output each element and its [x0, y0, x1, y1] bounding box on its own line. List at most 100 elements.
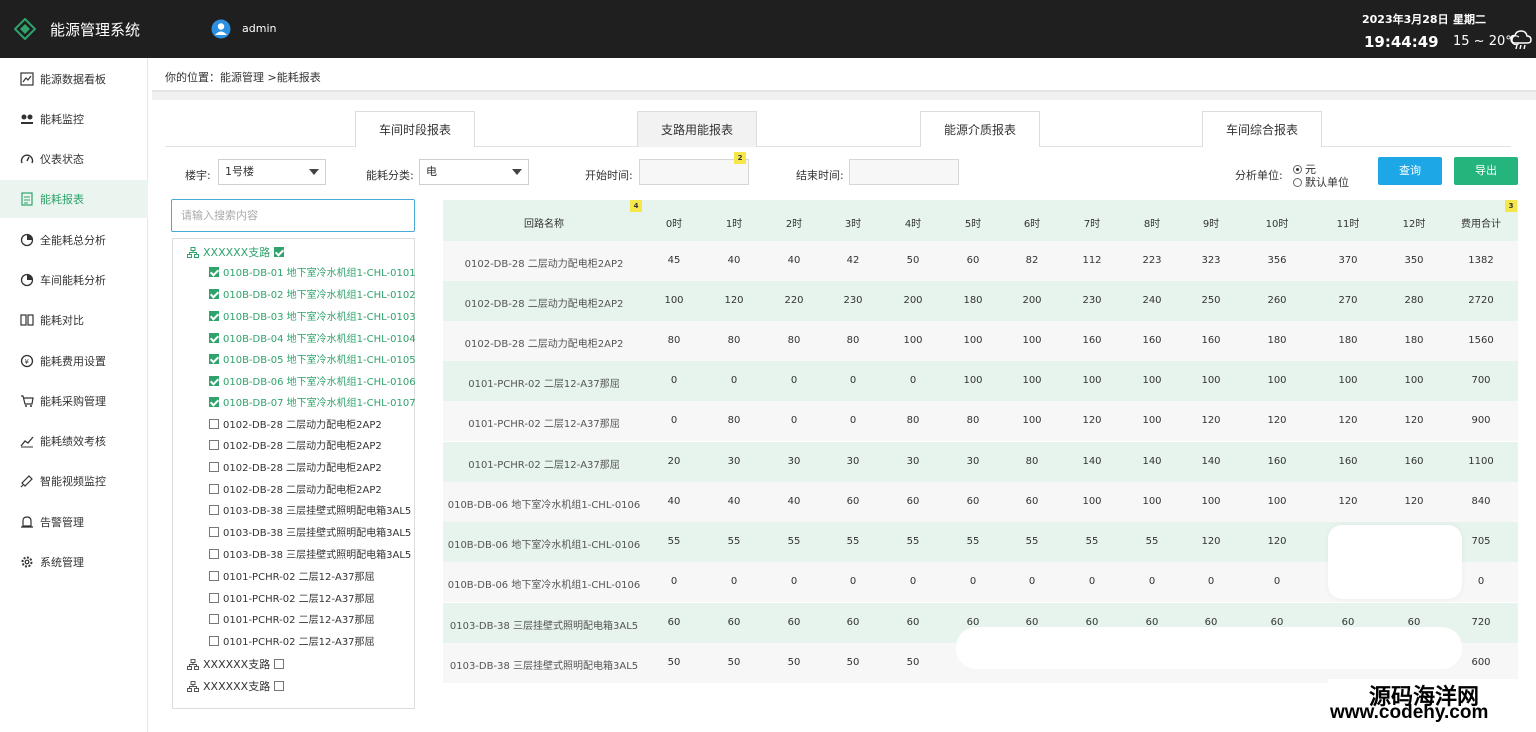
tab-workshop-period-report[interactable]: 车间时段报表	[355, 111, 475, 147]
tree-item[interactable]: 0101-PCHR-02 二层12-A37那屈	[209, 568, 375, 583]
tree-search-input[interactable]: 请输入搜索内容	[171, 199, 415, 232]
checkbox-icon[interactable]	[209, 592, 219, 603]
table-row[interactable]: 0102-DB-28 二层动力配电柜2AP2 45 40 40 42 50 60 82 112 2…	[443, 241, 1518, 281]
checkbox-icon[interactable]	[209, 613, 219, 624]
sidebar-item-dashboard[interactable]: 能源数据看板	[0, 60, 148, 98]
checkbox-icon[interactable]	[209, 418, 219, 429]
tree-item[interactable]: 0101-PCHR-02 二层12-A37那屈	[209, 590, 375, 605]
sidebar-item-compare[interactable]: 能耗对比	[0, 301, 148, 339]
sidebar-item-alarm[interactable]: 告警管理	[0, 503, 148, 541]
sidebar-item-performance[interactable]: 能耗绩效考核	[0, 422, 148, 460]
hour-value-cell: 120	[1404, 496, 1424, 507]
circuit-name-cell: 010B-DB-06 地下室冷水机组1-CHL-0106	[447, 580, 641, 591]
table-row[interactable]: 0102-DB-28 二层动力配电柜2AP2 80 80 80 80 100 100 100 1…	[443, 321, 1518, 361]
checkbox-checked-icon[interactable]	[209, 375, 219, 386]
hour-value-cell: 140	[1082, 456, 1102, 467]
sidebar-item-video[interactable]: 智能视频监控	[0, 462, 148, 500]
user-name[interactable]: admin	[242, 22, 276, 35]
hour-value-cell: 100	[963, 375, 983, 386]
checkbox-icon[interactable]	[209, 548, 219, 559]
checkbox-checked-icon[interactable]	[209, 266, 219, 277]
tree-item[interactable]: 010B-DB-01 地下室冷水机组1-CHL-0101	[209, 264, 416, 279]
tree-group[interactable]: XXXXXX支路	[187, 656, 285, 672]
sidebar-item-meter-status[interactable]: 仪表状态	[0, 140, 148, 178]
hour-value-cell: 40	[727, 496, 741, 507]
sidebar-item-purchase[interactable]: 能耗采购管理	[0, 382, 148, 420]
table-row[interactable]: 0101-PCHR-02 二层12-A37那屈 0 80 0 0 80 80 100 120 10…	[443, 401, 1518, 441]
hour-value-cell: 80	[906, 415, 920, 426]
tree-item[interactable]: 0101-PCHR-02 二层12-A37那屈	[209, 633, 375, 648]
sidebar-item-cost-setting[interactable]: ¥ 能耗费用设置	[0, 342, 148, 380]
export-button[interactable]: 导出	[1454, 157, 1518, 185]
table-row[interactable]: 0102-DB-28 二层动力配电柜2AP2 100 120 220 230 200 180…	[443, 281, 1518, 321]
tree-item[interactable]: 010B-DB-02 地下室冷水机组1-CHL-0102	[209, 286, 416, 301]
column-header: 2时	[785, 219, 803, 230]
checkbox-icon[interactable]	[209, 483, 219, 494]
tree-item[interactable]: 010B-DB-04 地下室冷水机组1-CHL-0104	[209, 330, 416, 345]
table-row[interactable]: 0101-PCHR-02 二层12-A37那屈 20 30 30 30 30 30 80 140…	[443, 442, 1518, 482]
hour-value-cell: 40	[787, 496, 801, 507]
query-button[interactable]: 查询	[1378, 157, 1442, 185]
tree-item[interactable]: 0102-DB-28 二层动力配电柜2AP2	[209, 459, 382, 474]
checkbox-icon[interactable]	[209, 504, 219, 515]
sidebar-item-monitor[interactable]: 能耗监控	[0, 100, 148, 138]
tree-item[interactable]: 0103-DB-38 三层挂壁式照明配电箱3AL5	[209, 524, 411, 539]
tab-branch-energy-report[interactable]: 支路用能报表	[637, 111, 757, 147]
sidebar-item-workshop-analysis[interactable]: 车间能耗分析	[0, 261, 148, 299]
category-select[interactable]: 电	[419, 159, 529, 185]
user-avatar-icon[interactable]	[211, 19, 231, 39]
end-time-input[interactable]	[849, 159, 959, 185]
tab-energy-medium-report[interactable]: 能源介质报表	[920, 111, 1040, 147]
unit-radio-default[interactable]: 默认单位	[1293, 174, 1349, 190]
hour-value-cell: 120	[1267, 415, 1287, 426]
tab-workshop-summary-report[interactable]: 车间综合报表	[1202, 111, 1322, 147]
checkbox-checked-icon[interactable]	[209, 288, 219, 299]
tree-item[interactable]: 0102-DB-28 二层动力配电柜2AP2	[209, 481, 382, 496]
hour-value-cell: 80	[846, 335, 860, 346]
checkbox-checked-icon[interactable]	[209, 353, 219, 364]
hour-value-cell: 200	[1022, 295, 1042, 306]
alarm-icon	[21, 516, 33, 528]
checkbox-icon[interactable]	[209, 570, 219, 581]
sidebar-item-label: 系统管理	[40, 556, 84, 569]
tree-item[interactable]: 0103-DB-38 三层挂壁式照明配电箱3AL5	[209, 502, 411, 517]
total-cost-cell: 600	[1471, 657, 1491, 668]
checkbox-icon[interactable]	[209, 461, 219, 472]
hour-value-cell: 280	[1404, 295, 1424, 306]
table-row[interactable]: 010B-DB-06 地下室冷水机组1-CHL-0106 40 40 40 60 60 60…	[443, 482, 1518, 522]
start-time-input[interactable]	[639, 159, 749, 185]
checkbox-checked-icon[interactable]	[274, 247, 285, 257]
building-select[interactable]: 1号楼	[218, 159, 326, 185]
checkbox-icon[interactable]	[274, 681, 285, 691]
hour-value-cell: 223	[1142, 255, 1162, 266]
tree-item[interactable]: 010B-DB-05 地下室冷水机组1-CHL-0105	[209, 351, 416, 366]
tree-item[interactable]: 0102-DB-28 二层动力配电柜2AP2	[209, 437, 382, 452]
table-row[interactable]: 0101-PCHR-02 二层12-A37那屈 0 0 0 0 0 100 100 100 100…	[443, 361, 1518, 401]
checkbox-icon[interactable]	[274, 659, 285, 669]
checkbox-checked-icon[interactable]	[209, 396, 219, 407]
tree-group[interactable]: XXXXXX支路	[187, 678, 285, 694]
tree-group[interactable]: XXXXXX支路	[187, 244, 285, 260]
column-header: 11时	[1336, 219, 1360, 230]
tree-item[interactable]: 010B-DB-06 地下室冷水机组1-CHL-0106	[209, 373, 416, 388]
tree-group-label: XXXXXX支路	[203, 680, 271, 693]
checkbox-checked-icon[interactable]	[209, 310, 219, 321]
sidebar-item-system[interactable]: 系统管理	[0, 543, 148, 581]
column-header: 5时	[964, 219, 982, 230]
chevron-down-icon	[512, 169, 522, 175]
sidebar-item-total-analysis[interactable]: 全能耗总分析	[0, 221, 148, 259]
tree-item[interactable]: 0103-DB-38 三层挂壁式照明配电箱3AL5	[209, 546, 411, 561]
hour-value-cell: 55	[1025, 536, 1039, 547]
checkbox-icon[interactable]	[209, 635, 219, 646]
hour-value-cell: 0	[790, 576, 798, 587]
tree-item[interactable]: 0101-PCHR-02 二层12-A37那屈	[209, 611, 375, 626]
tree-item[interactable]: 010B-DB-07 地下室冷水机组1-CHL-0107	[209, 394, 416, 409]
sidebar-item-energy-report[interactable]: 能耗报表	[0, 180, 148, 218]
checkbox-icon[interactable]	[209, 526, 219, 537]
hour-value-cell: 160	[1082, 335, 1102, 346]
checkbox-checked-icon[interactable]	[209, 332, 219, 343]
tree-item[interactable]: 010B-DB-03 地下室冷水机组1-CHL-0103	[209, 308, 416, 323]
checkbox-icon[interactable]	[209, 439, 219, 450]
tree-item[interactable]: 0102-DB-28 二层动力配电柜2AP2	[209, 416, 382, 431]
cart-icon	[21, 395, 34, 407]
